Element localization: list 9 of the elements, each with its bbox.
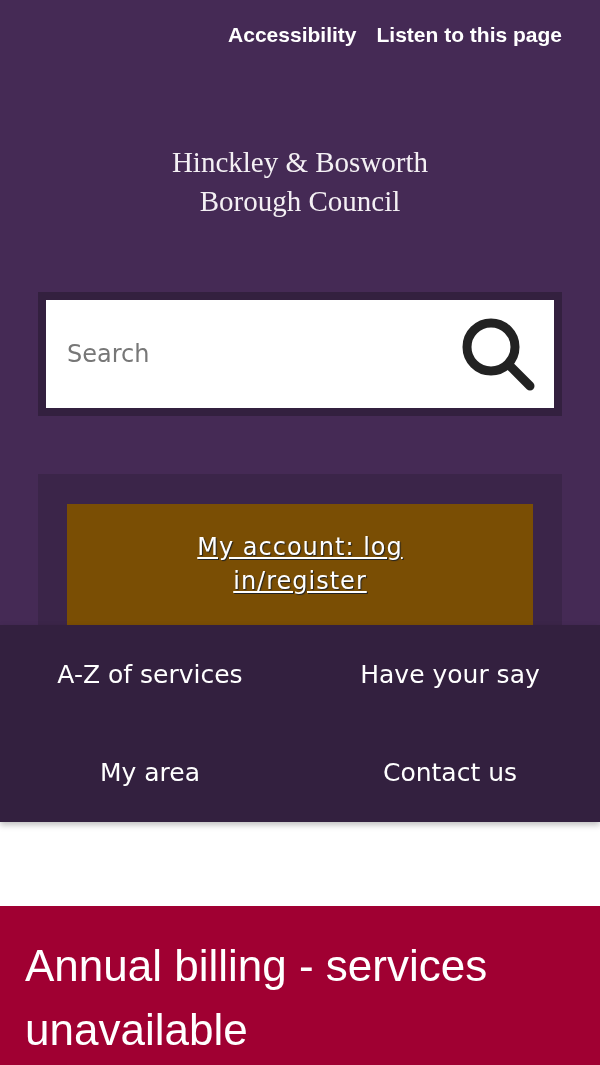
search-field[interactable]: Search bbox=[65, 339, 458, 369]
nav-link[interactable]: Have your say bbox=[300, 659, 600, 689]
account-button[interactable]: My account: log in/register bbox=[67, 504, 533, 625]
alert-title: Annual billing - services unavailable bbox=[25, 940, 489, 1056]
nav-link[interactable]: My area bbox=[0, 758, 300, 788]
top-link[interactable]: Listen to this page bbox=[376, 20, 562, 50]
top-link[interactable]: Accessibility bbox=[228, 20, 357, 50]
nav-link[interactable]: Contact us bbox=[300, 758, 600, 788]
nav-link[interactable]: A-Z of services bbox=[0, 659, 300, 689]
